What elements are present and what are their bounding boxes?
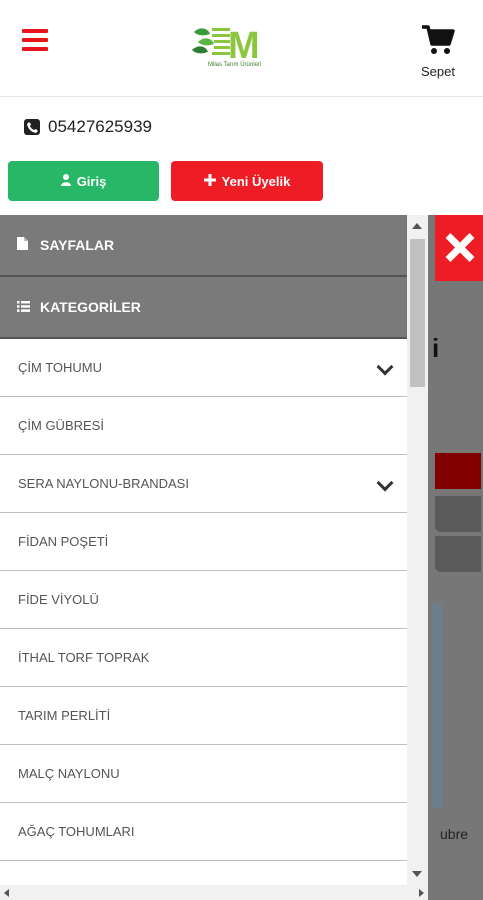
logo-tagline: Milas Tarım Ürünleri xyxy=(208,62,262,68)
menu-section-categories[interactable]: KATEGORİLER xyxy=(0,277,407,339)
chevron-down-icon[interactable] xyxy=(376,474,394,492)
menu-item-agac-tohumlari[interactable]: AĞAÇ TOHUMLARI xyxy=(0,803,407,861)
hamburger-icon[interactable] xyxy=(22,29,48,51)
site-header: M Milas Tarım Ürünleri Sepet xyxy=(0,0,483,97)
phone-icon xyxy=(24,119,40,135)
scroll-up-arrow-icon[interactable] xyxy=(412,223,422,229)
menu-item-ithal-torf[interactable]: İTHAL TORF TOPRAK xyxy=(0,629,407,687)
page-icon xyxy=(17,237,30,253)
menu-item-label: TARIM PERLİTİ xyxy=(18,708,111,723)
menu-item-fide-viyolu[interactable]: FİDE VİYOLÜ xyxy=(0,571,407,629)
user-icon xyxy=(60,173,71,189)
background-tab xyxy=(435,496,481,532)
menu-item-sera-naylonu[interactable]: SERA NAYLONU-BRANDASI xyxy=(0,455,407,513)
menu-item-label: AĞAÇ TOHUMLARI xyxy=(18,824,135,839)
scroll-right-arrow-icon[interactable] xyxy=(419,889,424,897)
menu-item-label: ÇİM TOHUMU xyxy=(18,360,103,375)
background-image xyxy=(432,603,442,808)
side-menu: SAYFALAR KATEGORİLER ÇİM TOHUMU ÇİM GÜBR… xyxy=(0,215,407,900)
login-label: Giriş xyxy=(76,173,107,189)
menu-horizontal-scrollbar[interactable] xyxy=(0,885,428,900)
phone-number: 05427625939 xyxy=(48,117,153,136)
chevron-down-icon[interactable] xyxy=(376,358,394,376)
cart-icon xyxy=(422,25,455,54)
menu-section-label: SAYFALAR xyxy=(40,237,115,253)
scroll-left-arrow-icon[interactable] xyxy=(4,889,9,897)
scroll-down-arrow-icon[interactable] xyxy=(412,871,422,877)
menu-item-label: MALÇ NAYLONU xyxy=(18,766,120,781)
menu-item-tarim-perliti[interactable]: TARIM PERLİTİ xyxy=(0,687,407,745)
menu-section-pages[interactable]: SAYFALAR xyxy=(0,215,407,277)
register-label: Yeni Üyelik xyxy=(221,173,291,189)
background-heading-fragment: i xyxy=(432,333,440,363)
phone-contact[interactable]: 05427625939 xyxy=(24,116,152,138)
menu-item-label: ÇİM GÜBRESİ xyxy=(18,418,104,433)
register-button[interactable]: Yeni Üyelik xyxy=(171,161,323,201)
cart-button[interactable]: Sepet xyxy=(415,24,463,84)
menu-item-label: SERA NAYLONU-BRANDASI xyxy=(18,476,189,491)
menu-vertical-scrollbar[interactable] xyxy=(407,215,428,885)
menu-item-cim-gubresi[interactable]: ÇİM GÜBRESİ xyxy=(0,397,407,455)
scroll-thumb[interactable] xyxy=(410,239,425,387)
menu-item-fidan-poseti[interactable]: FİDAN POŞETİ xyxy=(0,513,407,571)
menu-item-cim-tohumu[interactable]: ÇİM TOHUMU xyxy=(0,339,407,397)
menu-item-label: İTHAL TORF TOPRAK xyxy=(18,650,150,665)
menu-item-malc-naylonu[interactable]: MALÇ NAYLONU xyxy=(0,745,407,803)
menu-section-label: KATEGORİLER xyxy=(40,299,141,315)
login-button[interactable]: Giriş xyxy=(8,161,159,201)
close-icon[interactable] xyxy=(435,215,483,281)
logo-letter: M xyxy=(228,25,260,67)
menu-item-label: FİDE VİYOLÜ xyxy=(18,592,99,607)
list-icon xyxy=(17,299,30,315)
plus-icon xyxy=(203,173,216,189)
background-text-fragment: ubre xyxy=(440,826,469,842)
menu-item-label: FİDAN POŞETİ xyxy=(18,534,109,549)
background-block xyxy=(435,453,481,489)
cart-label: Sepet xyxy=(421,64,455,79)
background-tab xyxy=(435,536,481,572)
site-logo[interactable]: M Milas Tarım Ürünleri xyxy=(190,24,274,80)
